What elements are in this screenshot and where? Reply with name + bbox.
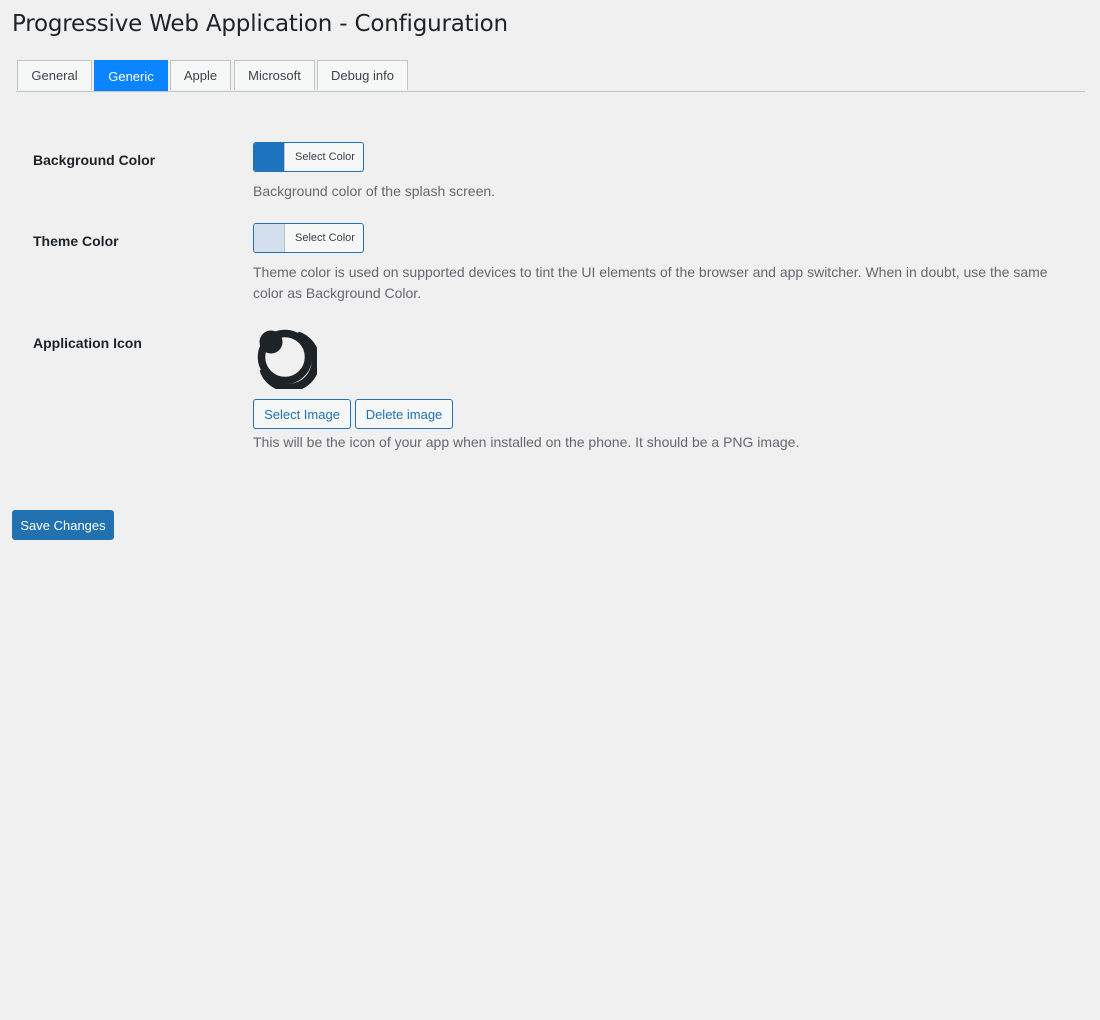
background-color-label: Background Color bbox=[33, 152, 156, 168]
tab-debug-info[interactable]: Debug info bbox=[317, 60, 408, 90]
select-image-button[interactable]: Select Image bbox=[253, 399, 351, 429]
theme-color-picker[interactable]: Select Color bbox=[253, 223, 364, 253]
background-color-select-label: Select Color bbox=[295, 151, 355, 163]
save-changes-button[interactable]: Save Changes bbox=[12, 510, 114, 540]
delete-image-button[interactable]: Delete image bbox=[355, 399, 453, 429]
background-color-picker[interactable]: Select Color bbox=[253, 142, 364, 172]
background-color-description: Background color of the splash screen. bbox=[253, 183, 496, 199]
settings-page: Progressive Web Application - Configurat… bbox=[0, 0, 1100, 1020]
page-title: Progressive Web Application - Configurat… bbox=[12, 11, 508, 37]
theme-color-label: Theme Color bbox=[33, 233, 119, 249]
application-icon-label: Application Icon bbox=[33, 335, 142, 351]
eye-logo-icon bbox=[253, 325, 320, 392]
application-icon-description: This will be the icon of your app when i… bbox=[253, 434, 800, 450]
background-color-swatch[interactable] bbox=[254, 143, 285, 171]
tab-bar: General Generic Apple Microsoft Debug in… bbox=[16, 60, 1085, 92]
tab-microsoft[interactable]: Microsoft bbox=[234, 60, 315, 90]
tab-general[interactable]: General bbox=[17, 60, 92, 90]
theme-color-select-label: Select Color bbox=[295, 232, 355, 244]
tab-apple[interactable]: Apple bbox=[170, 60, 231, 90]
theme-color-swatch[interactable] bbox=[254, 224, 285, 252]
theme-color-description: Theme color is used on supported devices… bbox=[253, 264, 1048, 301]
tab-generic[interactable]: Generic bbox=[94, 60, 168, 91]
